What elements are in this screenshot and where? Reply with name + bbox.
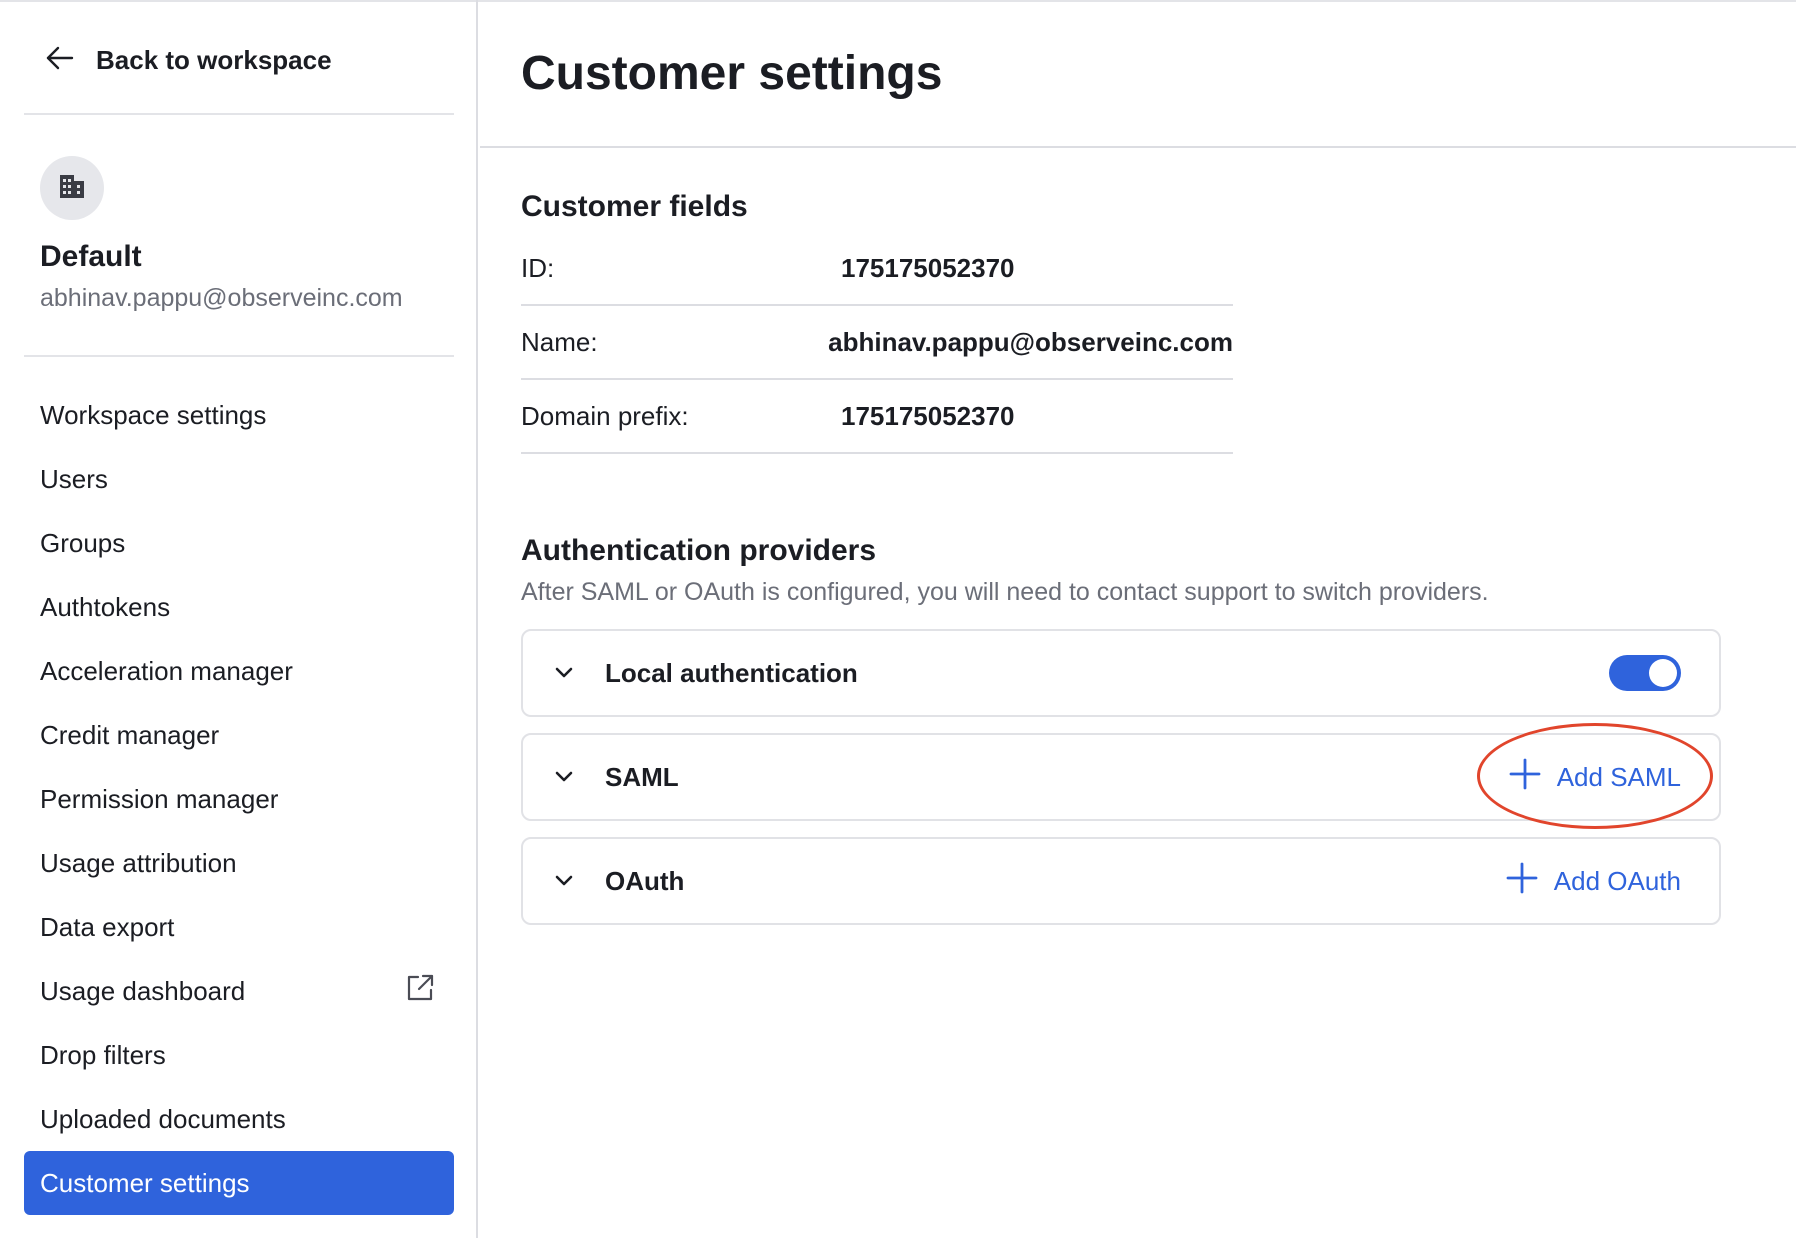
plus-icon — [1504, 860, 1554, 903]
customer-fields-list: ID: 175175052370 Name: abhinav.pappu@obs… — [521, 232, 1233, 454]
sidebar-item-usage-attribution[interactable]: Usage attribution — [24, 831, 454, 895]
add-saml-label: Add SAML — [1556, 761, 1681, 792]
page-title: Customer settings — [521, 47, 943, 100]
sidebar-item-acceleration-manager[interactable]: Acceleration manager — [24, 639, 454, 703]
sidebar-item-permission-manager[interactable]: Permission manager — [24, 767, 454, 831]
sidebar-divider — [24, 355, 454, 357]
provider-local-authentication: Local authentication — [521, 629, 1721, 717]
field-row-domain-prefix: Domain prefix: 175175052370 — [521, 380, 1233, 454]
auth-providers-title: Authentication providers — [521, 534, 877, 567]
provider-name: Local authentication — [605, 657, 858, 688]
sidebar-divider — [24, 113, 454, 115]
avatar — [40, 156, 104, 220]
add-saml-button[interactable]: Add SAML — [1507, 756, 1681, 799]
sidebar-nav: Workspace settings Users Groups Authtoke… — [24, 383, 454, 1215]
customer-fields-title: Customer fields — [521, 190, 748, 223]
chevron-down-icon[interactable] — [549, 658, 579, 688]
provider-saml: SAML Add SAML — [521, 733, 1721, 821]
building-icon — [57, 171, 87, 206]
field-label: Name: — [521, 326, 598, 357]
add-oauth-button[interactable]: Add OAuth — [1504, 860, 1681, 903]
external-link-icon — [402, 970, 438, 1013]
main-content: Customer settings Customer fields ID: 17… — [480, 0, 1796, 1238]
provider-oauth: OAuth Add OAuth — [521, 837, 1721, 925]
sidebar-item-customer-settings[interactable]: Customer settings — [24, 1151, 454, 1215]
sidebar-item-workspace-settings[interactable]: Workspace settings — [24, 383, 454, 447]
back-to-workspace-label: Back to workspace — [96, 45, 332, 75]
sidebar: Back to workspace Default abhinav.pappu@… — [0, 0, 478, 1238]
org-email: abhinav.pappu@observeinc.com — [40, 284, 403, 312]
field-label: ID: — [521, 252, 555, 283]
sidebar-item-credit-manager[interactable]: Credit manager — [24, 703, 454, 767]
field-row-name: Name: abhinav.pappu@observeinc.com — [521, 306, 1233, 380]
field-label: Domain prefix: — [521, 400, 689, 431]
arrow-left-icon — [42, 40, 78, 81]
field-value: abhinav.pappu@observeinc.com — [828, 326, 1233, 357]
header-divider — [480, 146, 1796, 148]
plus-icon — [1507, 756, 1557, 799]
back-to-workspace-link[interactable]: Back to workspace — [42, 40, 332, 81]
add-oauth-label: Add OAuth — [1553, 865, 1681, 896]
chevron-down-icon[interactable] — [549, 762, 579, 792]
chevron-down-icon[interactable] — [549, 866, 579, 896]
org-name: Default — [40, 240, 142, 273]
toggle-knob — [1649, 659, 1677, 687]
sidebar-item-groups[interactable]: Groups — [24, 511, 454, 575]
provider-name: OAuth — [605, 865, 685, 896]
local-auth-toggle[interactable] — [1609, 655, 1681, 691]
field-value: 175175052370 — [841, 252, 1015, 283]
sidebar-item-usage-dashboard[interactable]: Usage dashboard — [24, 959, 454, 1023]
sidebar-item-authtokens[interactable]: Authtokens — [24, 575, 454, 639]
sidebar-item-users[interactable]: Users — [24, 447, 454, 511]
sidebar-item-uploaded-documents[interactable]: Uploaded documents — [24, 1087, 454, 1151]
provider-name: SAML — [605, 761, 679, 792]
field-row-id: ID: 175175052370 — [521, 232, 1233, 306]
sidebar-item-data-export[interactable]: Data export — [24, 895, 454, 959]
field-value: 175175052370 — [841, 400, 1015, 431]
sidebar-item-drop-filters[interactable]: Drop filters — [24, 1023, 454, 1087]
auth-providers-subtitle: After SAML or OAuth is configured, you w… — [521, 578, 1489, 606]
